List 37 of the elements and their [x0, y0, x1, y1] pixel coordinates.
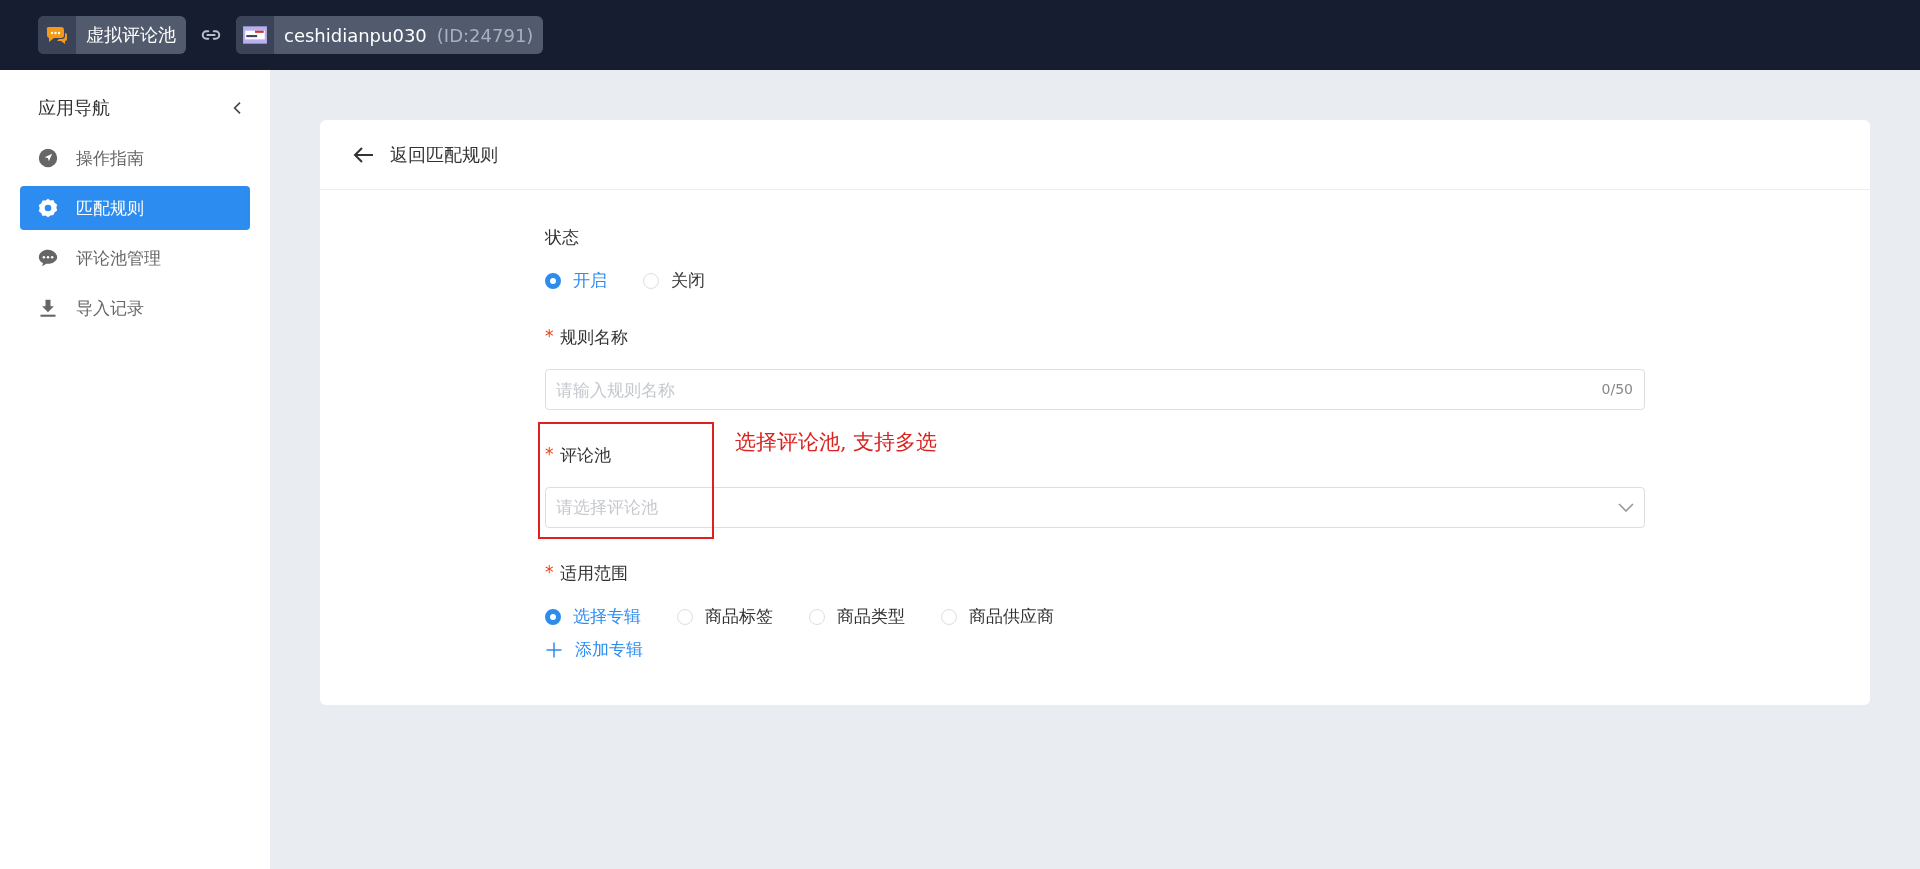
field-label: 规则名称	[559, 326, 628, 349]
radio-label: 关闭	[671, 269, 705, 292]
radio-dot[interactable]	[545, 608, 561, 625]
required-asterisk: *	[545, 562, 554, 584]
back-link[interactable]: 返回匹配规则	[390, 142, 498, 167]
sidebar-item[interactable]: 导入记录	[20, 286, 250, 330]
store-chip[interactable]: ceshidianpu030 (ID:24791)	[236, 16, 544, 54]
radio-option[interactable]: 关闭	[643, 269, 705, 292]
chat-icon	[38, 248, 58, 268]
radio-option[interactable]: 商品供应商	[941, 605, 1054, 628]
radio-label: 开启	[573, 269, 607, 292]
app-chip[interactable]: 虚拟评论池	[38, 16, 186, 54]
required-asterisk: *	[545, 326, 554, 348]
radio-label: 商品类型	[837, 605, 905, 628]
character-counter: 0/50	[1601, 381, 1633, 397]
download-icon	[38, 298, 58, 318]
add-album-link[interactable]: 添加专辑	[545, 638, 643, 661]
radio-option[interactable]: 商品标签	[677, 605, 773, 628]
plus-icon	[545, 640, 563, 659]
radio-option[interactable]: 选择专辑	[545, 605, 641, 628]
radio-option[interactable]: 开启	[545, 269, 607, 292]
radio-label: 选择专辑	[573, 605, 641, 628]
sidebar-item[interactable]: 评论池管理	[20, 236, 250, 280]
required-asterisk: *	[545, 444, 554, 466]
field-label: 评论池	[559, 444, 611, 467]
radio-dot[interactable]	[545, 272, 561, 289]
field-label: 适用范围	[559, 562, 628, 585]
dropdown-caret-icon	[1618, 503, 1634, 512]
radio-label: 商品供应商	[969, 605, 1054, 628]
radio-label: 商品标签	[705, 605, 773, 628]
radio-option[interactable]: 商品类型	[809, 605, 905, 628]
settings-icon	[38, 198, 58, 218]
sidebar-title: 应用导航	[38, 96, 110, 120]
annotation-text: 选择评论池, 支持多选	[735, 429, 938, 456]
field-label: 状态	[545, 226, 579, 249]
sidebar-item[interactable]: 操作指南	[20, 136, 250, 180]
sidebar-item[interactable]: 匹配规则	[20, 186, 250, 230]
